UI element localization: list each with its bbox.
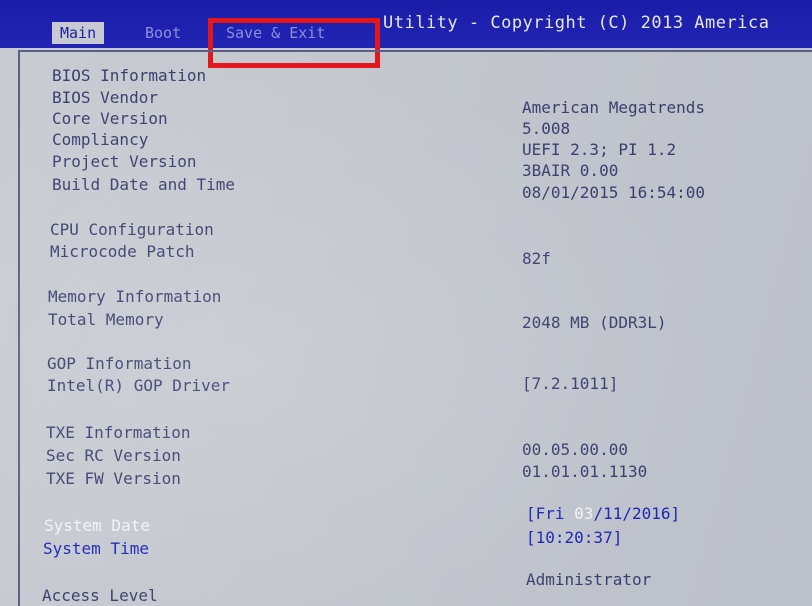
build-date-label: Build Date and Time [52, 175, 236, 194]
total-memory-label: Total Memory [48, 310, 164, 329]
access-level-value: Administrator [526, 570, 652, 589]
system-date-value[interactable]: [Fri 03/11/2016] [526, 504, 680, 523]
compliancy-label: Compliancy [52, 130, 149, 149]
bios-screen: Main Boot Save & Exit Utility - Copyrigh… [0, 0, 812, 606]
gop-driver-label: Intel(R) GOP Driver [47, 376, 231, 395]
system-date-suffix: /11/2016] [593, 504, 681, 523]
bios-vendor-label: BIOS Vendor [52, 88, 158, 107]
compliancy-value: UEFI 2.3; PI 1.2 [522, 140, 677, 159]
gop-driver-value: [7.2.1011] [522, 374, 619, 393]
sec-rc-version-label: Sec RC Version [46, 446, 181, 465]
section-txe-information: TXE Information [46, 423, 191, 442]
core-version-label: Core Version [52, 109, 168, 128]
txe-fw-version-value: 01.01.01.1130 [522, 462, 648, 481]
txe-fw-version-label: TXE FW Version [46, 469, 181, 488]
microcode-patch-value: 82f [522, 249, 551, 268]
system-date-prefix: [Fri [526, 504, 575, 523]
microcode-patch-label: Microcode Patch [50, 242, 195, 261]
build-date-value: 08/01/2015 16:54:00 [522, 183, 706, 202]
system-date-month-field[interactable]: 03 [574, 504, 593, 523]
system-time-value[interactable]: [10:20:37] [526, 528, 622, 547]
section-gop-information: GOP Information [47, 354, 192, 373]
project-version-label: Project Version [52, 152, 197, 171]
section-bios-information: BIOS Information [52, 66, 207, 85]
bios-header-bar: Main Boot Save & Exit Utility - Copyrigh… [0, 0, 812, 48]
section-cpu-configuration: CPU Configuration [50, 220, 214, 239]
tab-main[interactable]: Main [52, 22, 105, 44]
system-date-label[interactable]: System Date [44, 516, 150, 535]
sec-rc-version-value: 00.05.00.00 [522, 440, 628, 459]
tab-boot[interactable]: Boot [137, 22, 189, 44]
project-version-value: 3BAIR 0.00 [522, 161, 619, 180]
bios-vendor-value: American Megatrends [522, 98, 706, 117]
core-version-value: 5.008 [522, 119, 571, 138]
access-level-label: Access Level [42, 586, 158, 605]
section-memory-information: Memory Information [48, 287, 222, 306]
system-time-label[interactable]: System Time [43, 539, 149, 558]
total-memory-value: 2048 MB (DDR3L) [522, 313, 667, 332]
utility-title: Utility - Copyright (C) 2013 America [383, 13, 770, 33]
